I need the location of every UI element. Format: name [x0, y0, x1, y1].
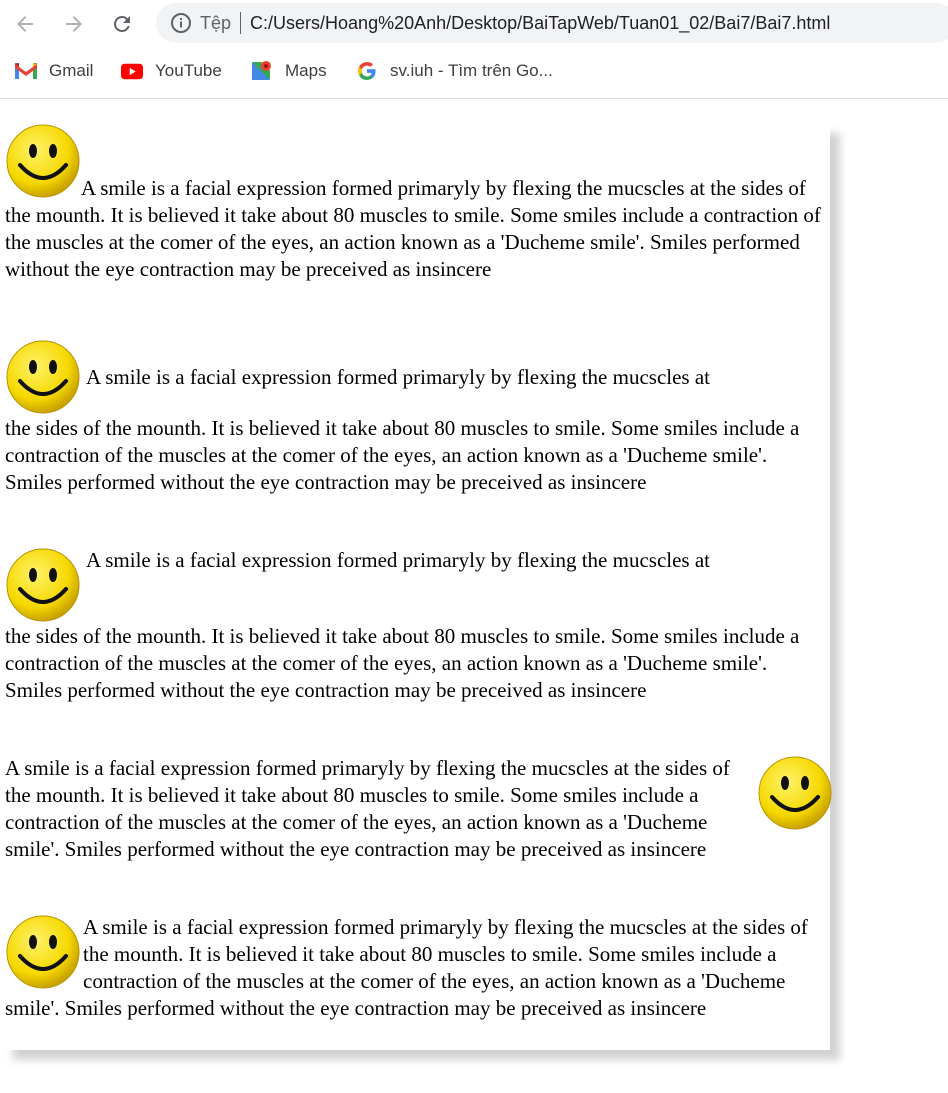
- smiley-icon: [5, 547, 81, 623]
- paragraph-rest: the sides of the mounth. It is believed …: [5, 416, 800, 494]
- paragraph-text: A smile is a facial expression formed pr…: [5, 915, 808, 1020]
- bookmarks-bar: Gmail YouTube Maps sv.iuh - Tìm trên Go.…: [0, 48, 948, 99]
- bookmark-maps[interactable]: Maps: [251, 58, 327, 84]
- google-icon: [356, 60, 378, 82]
- maps-icon: [251, 60, 273, 82]
- reload-button[interactable]: [106, 8, 138, 40]
- back-button[interactable]: [9, 8, 41, 40]
- smiley-icon: [757, 755, 833, 831]
- bookmark-youtube[interactable]: YouTube: [121, 58, 222, 84]
- smiley-icon: [5, 339, 81, 415]
- bookmark-label: Gmail: [49, 61, 94, 80]
- paragraph-right-image: A smile is a facial expression formed pr…: [3, 755, 832, 863]
- url-text[interactable]: C:/Users/Hoang%20Anh/Desktop/BaiTapWeb/T…: [250, 13, 830, 34]
- bookmark-google-search[interactable]: sv.iuh - Tìm trên Go...: [356, 58, 553, 84]
- paragraph-middle-image: A smile is a facial expression formed pr…: [3, 339, 825, 496]
- forward-button[interactable]: [58, 8, 90, 40]
- paragraph-top-image: A smile is a facial expression formed pr…: [3, 547, 825, 704]
- back-arrow-icon: [13, 12, 37, 36]
- address-bar[interactable]: Tệp C:/Users/Hoang%20Anh/Desktop/BaiTapW…: [156, 3, 948, 43]
- paragraph-first-line: A smile is a facial expression formed pr…: [86, 548, 710, 572]
- bookmark-label: sv.iuh - Tìm trên Go...: [390, 61, 553, 80]
- paragraph-baseline-image: A smile is a facial expression formed pr…: [3, 123, 825, 283]
- address-separator: [240, 12, 242, 34]
- forward-arrow-icon: [62, 12, 86, 36]
- browser-toolbar: Tệp C:/Users/Hoang%20Anh/Desktop/BaiTapW…: [0, 0, 948, 48]
- paragraph-left-image: A smile is a facial expression formed pr…: [3, 914, 830, 1022]
- smiley-icon: [5, 914, 81, 990]
- smiley-icon: [5, 123, 81, 199]
- reload-icon: [110, 12, 134, 36]
- paragraph-text: A smile is a facial expression formed pr…: [5, 176, 821, 281]
- paragraph-text: A smile is a facial expression formed pr…: [5, 756, 730, 861]
- bookmark-label: YouTube: [155, 61, 222, 80]
- youtube-icon: [121, 60, 143, 82]
- bookmark-label: Maps: [285, 61, 327, 80]
- gmail-icon: [15, 60, 37, 82]
- content-box: A smile is a facial expression formed pr…: [3, 123, 832, 1050]
- file-scheme-label: Tệp: [200, 12, 232, 33]
- bookmark-gmail[interactable]: Gmail: [15, 58, 93, 84]
- info-icon[interactable]: [170, 12, 192, 34]
- paragraph-rest: the sides of the mounth. It is believed …: [5, 624, 800, 702]
- paragraph-first-line: A smile is a facial expression formed pr…: [86, 364, 710, 389]
